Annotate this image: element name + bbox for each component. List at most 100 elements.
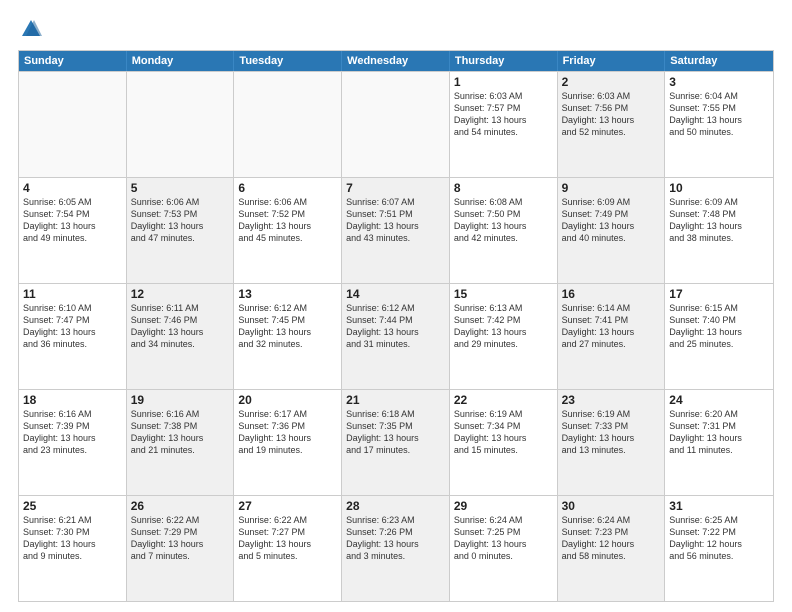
- day-number: 28: [346, 499, 445, 513]
- cal-cell: 25Sunrise: 6:21 AM Sunset: 7:30 PM Dayli…: [19, 496, 127, 601]
- cal-row-4: 25Sunrise: 6:21 AM Sunset: 7:30 PM Dayli…: [19, 495, 773, 601]
- day-detail: Sunrise: 6:17 AM Sunset: 7:36 PM Dayligh…: [238, 408, 337, 457]
- cal-cell: 24Sunrise: 6:20 AM Sunset: 7:31 PM Dayli…: [665, 390, 773, 495]
- day-detail: Sunrise: 6:15 AM Sunset: 7:40 PM Dayligh…: [669, 302, 769, 351]
- cal-cell: 17Sunrise: 6:15 AM Sunset: 7:40 PM Dayli…: [665, 284, 773, 389]
- day-detail: Sunrise: 6:24 AM Sunset: 7:23 PM Dayligh…: [562, 514, 661, 563]
- day-detail: Sunrise: 6:13 AM Sunset: 7:42 PM Dayligh…: [454, 302, 553, 351]
- day-number: 15: [454, 287, 553, 301]
- cal-cell: 30Sunrise: 6:24 AM Sunset: 7:23 PM Dayli…: [558, 496, 666, 601]
- day-detail: Sunrise: 6:14 AM Sunset: 7:41 PM Dayligh…: [562, 302, 661, 351]
- day-detail: Sunrise: 6:09 AM Sunset: 7:48 PM Dayligh…: [669, 196, 769, 245]
- day-number: 27: [238, 499, 337, 513]
- cal-cell: 9Sunrise: 6:09 AM Sunset: 7:49 PM Daylig…: [558, 178, 666, 283]
- cal-cell: 1Sunrise: 6:03 AM Sunset: 7:57 PM Daylig…: [450, 72, 558, 177]
- logo: [18, 18, 42, 40]
- day-number: 11: [23, 287, 122, 301]
- cal-row-1: 4Sunrise: 6:05 AM Sunset: 7:54 PM Daylig…: [19, 177, 773, 283]
- cal-cell: 7Sunrise: 6:07 AM Sunset: 7:51 PM Daylig…: [342, 178, 450, 283]
- day-detail: Sunrise: 6:03 AM Sunset: 7:57 PM Dayligh…: [454, 90, 553, 139]
- day-number: 10: [669, 181, 769, 195]
- cal-cell: 6Sunrise: 6:06 AM Sunset: 7:52 PM Daylig…: [234, 178, 342, 283]
- cal-cell: 19Sunrise: 6:16 AM Sunset: 7:38 PM Dayli…: [127, 390, 235, 495]
- cal-cell: 29Sunrise: 6:24 AM Sunset: 7:25 PM Dayli…: [450, 496, 558, 601]
- logo-icon: [20, 18, 42, 40]
- cal-cell: 31Sunrise: 6:25 AM Sunset: 7:22 PM Dayli…: [665, 496, 773, 601]
- day-detail: Sunrise: 6:11 AM Sunset: 7:46 PM Dayligh…: [131, 302, 230, 351]
- cal-cell: [234, 72, 342, 177]
- day-number: 5: [131, 181, 230, 195]
- day-detail: Sunrise: 6:23 AM Sunset: 7:26 PM Dayligh…: [346, 514, 445, 563]
- cal-cell: 12Sunrise: 6:11 AM Sunset: 7:46 PM Dayli…: [127, 284, 235, 389]
- cal-cell: 2Sunrise: 6:03 AM Sunset: 7:56 PM Daylig…: [558, 72, 666, 177]
- cal-cell: 4Sunrise: 6:05 AM Sunset: 7:54 PM Daylig…: [19, 178, 127, 283]
- day-number: 7: [346, 181, 445, 195]
- header-day-monday: Monday: [127, 51, 235, 71]
- day-number: 29: [454, 499, 553, 513]
- day-detail: Sunrise: 6:19 AM Sunset: 7:34 PM Dayligh…: [454, 408, 553, 457]
- cal-cell: 22Sunrise: 6:19 AM Sunset: 7:34 PM Dayli…: [450, 390, 558, 495]
- cal-cell: [342, 72, 450, 177]
- day-number: 31: [669, 499, 769, 513]
- cal-cell: 11Sunrise: 6:10 AM Sunset: 7:47 PM Dayli…: [19, 284, 127, 389]
- cal-cell: 21Sunrise: 6:18 AM Sunset: 7:35 PM Dayli…: [342, 390, 450, 495]
- day-number: 8: [454, 181, 553, 195]
- cal-row-2: 11Sunrise: 6:10 AM Sunset: 7:47 PM Dayli…: [19, 283, 773, 389]
- day-number: 17: [669, 287, 769, 301]
- cal-cell: 26Sunrise: 6:22 AM Sunset: 7:29 PM Dayli…: [127, 496, 235, 601]
- cal-cell: 18Sunrise: 6:16 AM Sunset: 7:39 PM Dayli…: [19, 390, 127, 495]
- cal-cell: 27Sunrise: 6:22 AM Sunset: 7:27 PM Dayli…: [234, 496, 342, 601]
- cal-cell: 5Sunrise: 6:06 AM Sunset: 7:53 PM Daylig…: [127, 178, 235, 283]
- cal-cell: [127, 72, 235, 177]
- day-number: 30: [562, 499, 661, 513]
- day-detail: Sunrise: 6:06 AM Sunset: 7:52 PM Dayligh…: [238, 196, 337, 245]
- cal-cell: 3Sunrise: 6:04 AM Sunset: 7:55 PM Daylig…: [665, 72, 773, 177]
- day-detail: Sunrise: 6:16 AM Sunset: 7:38 PM Dayligh…: [131, 408, 230, 457]
- day-number: 20: [238, 393, 337, 407]
- calendar-body: 1Sunrise: 6:03 AM Sunset: 7:57 PM Daylig…: [19, 71, 773, 601]
- day-number: 13: [238, 287, 337, 301]
- day-detail: Sunrise: 6:20 AM Sunset: 7:31 PM Dayligh…: [669, 408, 769, 457]
- day-number: 23: [562, 393, 661, 407]
- day-detail: Sunrise: 6:24 AM Sunset: 7:25 PM Dayligh…: [454, 514, 553, 563]
- day-number: 16: [562, 287, 661, 301]
- day-detail: Sunrise: 6:12 AM Sunset: 7:44 PM Dayligh…: [346, 302, 445, 351]
- calendar-header: SundayMondayTuesdayWednesdayThursdayFrid…: [19, 51, 773, 71]
- cal-cell: 13Sunrise: 6:12 AM Sunset: 7:45 PM Dayli…: [234, 284, 342, 389]
- day-number: 14: [346, 287, 445, 301]
- day-detail: Sunrise: 6:22 AM Sunset: 7:29 PM Dayligh…: [131, 514, 230, 563]
- day-detail: Sunrise: 6:08 AM Sunset: 7:50 PM Dayligh…: [454, 196, 553, 245]
- cal-cell: 14Sunrise: 6:12 AM Sunset: 7:44 PM Dayli…: [342, 284, 450, 389]
- header-day-thursday: Thursday: [450, 51, 558, 71]
- cal-cell: 20Sunrise: 6:17 AM Sunset: 7:36 PM Dayli…: [234, 390, 342, 495]
- cal-cell: 28Sunrise: 6:23 AM Sunset: 7:26 PM Dayli…: [342, 496, 450, 601]
- day-detail: Sunrise: 6:04 AM Sunset: 7:55 PM Dayligh…: [669, 90, 769, 139]
- cal-cell: 10Sunrise: 6:09 AM Sunset: 7:48 PM Dayli…: [665, 178, 773, 283]
- day-detail: Sunrise: 6:10 AM Sunset: 7:47 PM Dayligh…: [23, 302, 122, 351]
- calendar: SundayMondayTuesdayWednesdayThursdayFrid…: [18, 50, 774, 602]
- cal-row-0: 1Sunrise: 6:03 AM Sunset: 7:57 PM Daylig…: [19, 71, 773, 177]
- day-detail: Sunrise: 6:12 AM Sunset: 7:45 PM Dayligh…: [238, 302, 337, 351]
- cal-cell: [19, 72, 127, 177]
- day-detail: Sunrise: 6:09 AM Sunset: 7:49 PM Dayligh…: [562, 196, 661, 245]
- header-day-tuesday: Tuesday: [234, 51, 342, 71]
- page: SundayMondayTuesdayWednesdayThursdayFrid…: [0, 0, 792, 612]
- header: [18, 18, 774, 40]
- header-day-saturday: Saturday: [665, 51, 773, 71]
- day-detail: Sunrise: 6:06 AM Sunset: 7:53 PM Dayligh…: [131, 196, 230, 245]
- day-detail: Sunrise: 6:25 AM Sunset: 7:22 PM Dayligh…: [669, 514, 769, 563]
- cal-cell: 23Sunrise: 6:19 AM Sunset: 7:33 PM Dayli…: [558, 390, 666, 495]
- header-day-wednesday: Wednesday: [342, 51, 450, 71]
- day-detail: Sunrise: 6:07 AM Sunset: 7:51 PM Dayligh…: [346, 196, 445, 245]
- day-detail: Sunrise: 6:21 AM Sunset: 7:30 PM Dayligh…: [23, 514, 122, 563]
- day-number: 25: [23, 499, 122, 513]
- day-number: 26: [131, 499, 230, 513]
- day-detail: Sunrise: 6:03 AM Sunset: 7:56 PM Dayligh…: [562, 90, 661, 139]
- header-day-sunday: Sunday: [19, 51, 127, 71]
- day-number: 3: [669, 75, 769, 89]
- day-number: 6: [238, 181, 337, 195]
- day-detail: Sunrise: 6:05 AM Sunset: 7:54 PM Dayligh…: [23, 196, 122, 245]
- day-detail: Sunrise: 6:18 AM Sunset: 7:35 PM Dayligh…: [346, 408, 445, 457]
- day-number: 2: [562, 75, 661, 89]
- header-day-friday: Friday: [558, 51, 666, 71]
